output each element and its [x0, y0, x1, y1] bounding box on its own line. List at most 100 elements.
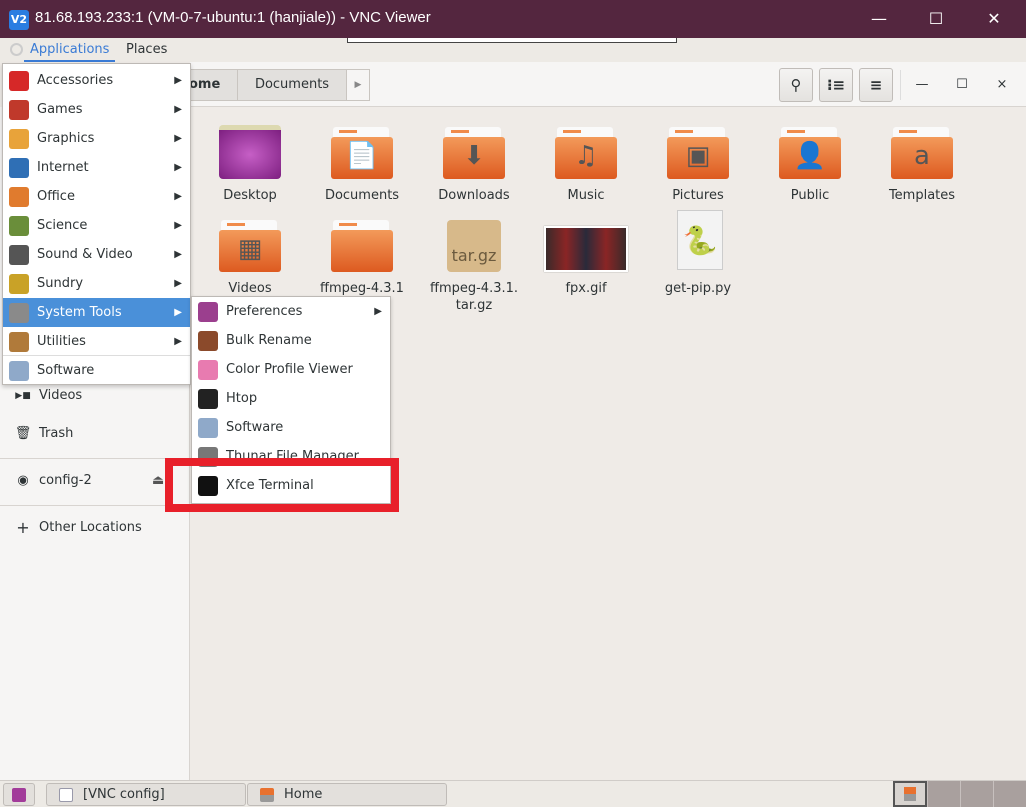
task-home[interactable]: Home [247, 783, 447, 806]
file-item[interactable]: fpx.gif [536, 218, 636, 297]
menu-item-software[interactable]: Software [3, 356, 190, 385]
file-item[interactable]: ⬇ Downloads [424, 125, 524, 204]
file-item[interactable]: ♫ Music [536, 125, 636, 204]
maximize-button[interactable]: ☐ [913, 0, 959, 38]
python-file-icon: 🐍 [667, 210, 729, 272]
submenu-item-htop[interactable]: Htop [192, 384, 390, 413]
breadcrumb-forward-arrow-icon[interactable]: ▶ [346, 69, 370, 101]
search-icon: ⚲ [790, 76, 802, 94]
minimize-button[interactable]: — [856, 0, 902, 38]
sidebar-item-config-2[interactable]: ◉ config-2 ⏏ [0, 466, 190, 496]
file-item[interactable]: tar.gz ffmpeg-4.3.1. tar.gz [424, 218, 524, 314]
submenu-item-color-profile-viewer[interactable]: Color Profile Viewer [192, 355, 390, 384]
eject-icon[interactable]: ⏏ [152, 466, 164, 496]
menu-item-label: Science [37, 218, 88, 233]
file-item[interactable]: 👤 Public [760, 125, 860, 204]
menu-item-label: Accessories [37, 73, 114, 88]
breadcrumb-documents[interactable]: Documents [237, 69, 347, 101]
file-item[interactable]: a Templates [872, 125, 972, 204]
submenu-item-software[interactable]: Software [192, 413, 390, 442]
workspace-2[interactable] [927, 781, 961, 807]
file-label: Documents [324, 188, 400, 203]
menu-item-system-tools[interactable]: System Tools ▶ [3, 298, 190, 327]
folder-icon: ♫ [555, 125, 617, 179]
sidebar-separator [0, 458, 190, 459]
app-icon [198, 331, 218, 351]
nautilus-minimize-button[interactable]: — [905, 68, 939, 102]
menu-item-accessories[interactable]: Accessories ▶ [3, 66, 190, 95]
applications-menu-button[interactable]: Applications [24, 38, 116, 62]
disc-icon: ◉ [17, 473, 29, 488]
file-label: Public [790, 188, 830, 203]
workspace-1[interactable] [893, 781, 927, 807]
window-icon [59, 788, 73, 802]
file-label: Pictures [672, 188, 724, 203]
task-vnc-config[interactable]: [VNC config] [46, 783, 246, 806]
close-button[interactable]: ✕ [971, 0, 1017, 38]
submenu-arrow-icon: ▶ [374, 306, 382, 317]
menu-item-label: Htop [226, 391, 258, 406]
file-item[interactable]: ▦ Videos [200, 218, 300, 297]
menu-item-sound-video[interactable]: Sound & Video ▶ [3, 240, 190, 269]
file-item[interactable]: ffmpeg-4.3.1 [312, 218, 412, 297]
category-icon [9, 216, 29, 236]
sidebar-item-videos[interactable]: ▶■ Videos [0, 381, 190, 411]
file-item[interactable]: ▣ Pictures [648, 125, 748, 204]
file-label: Videos [228, 281, 272, 296]
menu-item-label: System Tools [37, 305, 122, 320]
workspace-3[interactable] [960, 781, 994, 807]
file-manager-header: ome Documents ▶ ⚲ ⁝≡ ≡ — ☐ × [186, 62, 1026, 107]
submenu-item-preferences[interactable]: Preferences ▶ [192, 297, 390, 326]
applications-menu: Accessories ▶ Games ▶ Graphics ▶ Internet ▶ Offi… [2, 63, 191, 385]
submenu-arrow-icon: ▶ [174, 249, 182, 260]
menu-item-label: Graphics [37, 131, 95, 146]
menu-item-office[interactable]: Office ▶ [3, 182, 190, 211]
menu-button[interactable]: ≡ [859, 68, 893, 102]
sidebar-item-other-locations[interactable]: + Other Locations [0, 513, 190, 543]
vnc-toolbar-handle[interactable] [347, 38, 677, 43]
sidebar-item-label: Other Locations [39, 520, 142, 535]
submenu-arrow-icon: ▶ [174, 307, 182, 318]
sidebar-item-trash[interactable]: 🗑 Trash [0, 419, 190, 449]
folder-icon: 📄 [331, 125, 393, 179]
search-button[interactable]: ⚲ [779, 68, 813, 102]
submenu-item-bulk-rename[interactable]: Bulk Rename [192, 326, 390, 355]
menu-item-sundry[interactable]: Sundry ▶ [3, 269, 190, 298]
annotation-highlight-box [165, 458, 399, 512]
file-label: Templates [888, 188, 956, 203]
menu-item-games[interactable]: Games ▶ [3, 95, 190, 124]
show-desktop-button[interactable] [3, 783, 35, 806]
desktop-folder-icon [219, 125, 281, 179]
list-view-icon: ⁝≡ [826, 76, 846, 94]
file-item[interactable]: Desktop [200, 125, 300, 204]
file-label: ffmpeg-4.3.1. tar.gz [429, 281, 519, 313]
folder-icon: ▦ [219, 218, 281, 272]
breadcrumb-home[interactable]: ome [186, 69, 238, 101]
menu-item-science[interactable]: Science ▶ [3, 211, 190, 240]
nautilus-maximize-button[interactable]: ☐ [945, 68, 979, 102]
header-divider [900, 70, 901, 100]
folder-icon: a [891, 125, 953, 179]
view-toggle-button[interactable]: ⁝≡ [819, 68, 853, 102]
menu-item-label: Software [37, 363, 95, 378]
vnc-logo-icon: V2 [9, 10, 29, 30]
task-label: Home [284, 787, 323, 802]
app-icon [198, 302, 218, 322]
trash-icon: 🗑 [14, 426, 32, 441]
file-label: get-pip.py [664, 281, 732, 296]
menu-item-graphics[interactable]: Graphics ▶ [3, 124, 190, 153]
submenu-arrow-icon: ▶ [174, 133, 182, 144]
menu-item-internet[interactable]: Internet ▶ [3, 153, 190, 182]
task-label: [VNC config] [83, 787, 165, 802]
submenu-arrow-icon: ▶ [174, 191, 182, 202]
menu-item-label: Preferences [226, 304, 303, 319]
places-menu-button[interactable]: Places [118, 42, 175, 57]
workspace-4[interactable] [993, 781, 1026, 807]
file-item[interactable]: 🐍 get-pip.py [648, 210, 748, 297]
folder-icon: ▣ [667, 125, 729, 179]
video-icon: ▶■ [15, 391, 31, 401]
nautilus-close-button[interactable]: × [985, 68, 1019, 102]
file-manager-icon [260, 788, 274, 802]
file-item[interactable]: 📄 Documents [312, 125, 412, 204]
menu-item-utilities[interactable]: Utilities ▶ [3, 327, 190, 356]
